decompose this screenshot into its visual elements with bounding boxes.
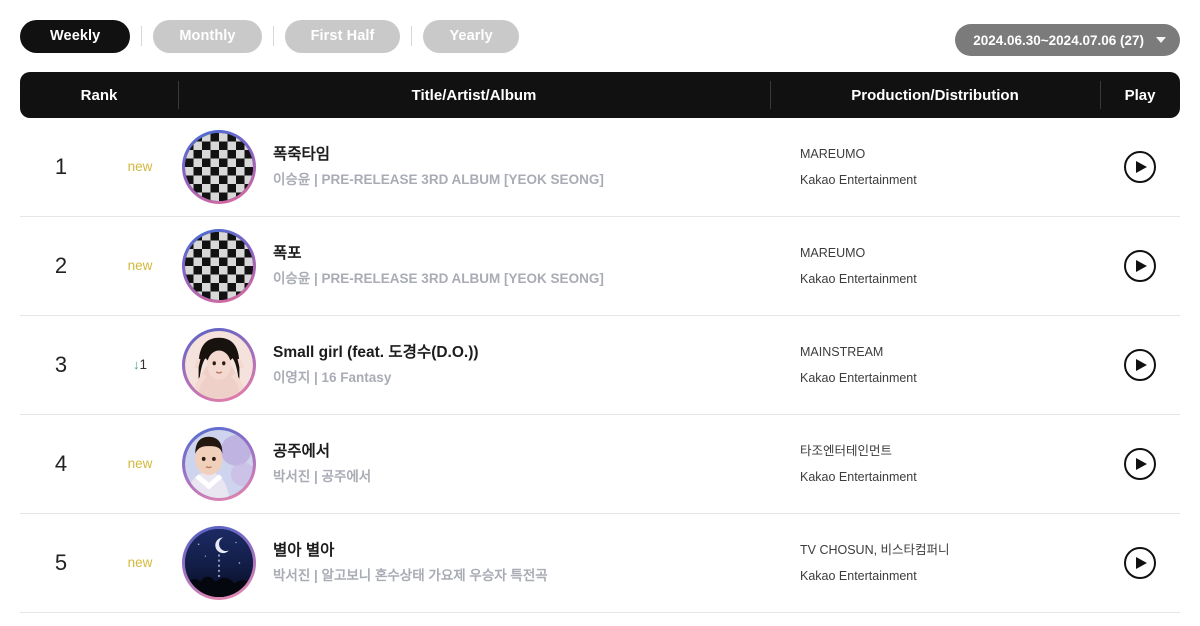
rank-change-badge: new [102, 457, 178, 471]
title-text-block: 폭죽타임 이승윤 | PRE-RELEASE 3RD ALBUM [YEOK S… [273, 145, 604, 188]
new-badge: new [127, 159, 153, 175]
album-art-ring [182, 229, 256, 303]
new-badge: new [127, 555, 153, 571]
play-cell [1100, 448, 1180, 480]
play-icon[interactable] [1124, 448, 1156, 480]
tab-first-half[interactable]: First Half [284, 19, 401, 53]
song-title: 별아 별아 [273, 542, 335, 560]
song-title: 폭포 [273, 245, 302, 263]
play-icon[interactable] [1124, 349, 1156, 381]
play-cell [1100, 547, 1180, 579]
table-row[interactable]: 1 new 폭죽타임 이승윤 | PRE-RELEASE 3RD ALBUM [… [20, 118, 1180, 217]
play-cell [1100, 151, 1180, 183]
album-art-night-sky[interactable] [185, 529, 253, 597]
song-meta: 박서진 | 공주에서 [273, 468, 372, 484]
production-name: 타조엔터테인먼트 [800, 444, 893, 459]
rank-cell: 5 new [20, 550, 178, 576]
title-cell: 별아 별아 박서진 | 알고보니 혼수상태 가요제 우승자 특전곡 [178, 526, 770, 600]
tab-divider [272, 26, 274, 46]
rank-change-badge: ↓1 [102, 358, 178, 372]
song-title: Small girl (feat. 도경수(D.O.)) [273, 344, 479, 362]
new-badge: new [127, 456, 153, 472]
rank-down-badge: ↓1 [133, 357, 147, 372]
album-art-portrait-male[interactable] [185, 430, 253, 498]
column-header-production: Production/Distribution [770, 72, 1100, 118]
tab-yearly[interactable]: Yearly [423, 19, 519, 53]
rank-cell: 1 new [20, 154, 178, 180]
play-icon[interactable] [1124, 547, 1156, 579]
distribution-name: Kakao Entertainment [800, 172, 917, 187]
album-art-portrait-female[interactable] [185, 331, 253, 399]
title-text-block: 별아 별아 박서진 | 알고보니 혼수상태 가요제 우승자 특전곡 [273, 541, 548, 584]
play-cell [1100, 349, 1180, 381]
song-title: 공주에서 [273, 443, 331, 461]
chart-table: Rank Title/Artist/Album Production/Distr… [20, 72, 1180, 613]
album-art-ring [182, 328, 256, 402]
title-text-block: Small girl (feat. 도경수(D.O.)) 이영지 | 16 Fa… [273, 343, 479, 386]
new-badge: new [127, 258, 153, 274]
production-cell: MAREUMO Kakao Entertainment [770, 245, 1100, 287]
song-meta: 박서진 | 알고보니 혼수상태 가요제 우승자 특전곡 [273, 567, 548, 583]
table-row[interactable]: 2 new 폭포 이승윤 | PRE-RELEASE 3RD ALBUM [YE… [20, 217, 1180, 316]
song-meta: 이승윤 | PRE-RELEASE 3RD ALBUM [YEOK SEONG] [273, 270, 604, 286]
table-row[interactable]: 3 ↓1 Small girl (feat. 도경수(D.O.)) 이영지 | … [20, 316, 1180, 415]
rank-number: 4 [54, 451, 68, 476]
title-text-block: 폭포 이승윤 | PRE-RELEASE 3RD ALBUM [YEOK SEO… [273, 244, 604, 287]
album-art-ring [182, 130, 256, 204]
rank-change-badge: new [102, 259, 178, 273]
album-art-checkerboard[interactable] [185, 133, 253, 201]
date-range-label: 2024.06.30~2024.07.06 (27) [973, 32, 1144, 48]
tab-weekly[interactable]: Weekly [20, 19, 131, 53]
distribution-name: Kakao Entertainment [800, 370, 917, 385]
production-cell: MAINSTREAM Kakao Entertainment [770, 344, 1100, 386]
play-icon[interactable] [1124, 151, 1156, 183]
production-cell: TV CHOSUN, 비스타컴퍼니 Kakao Entertainment [770, 542, 1100, 584]
tab-divider [141, 26, 143, 46]
rank-cell: 2 new [20, 253, 178, 279]
column-header-rank: Rank [80, 86, 118, 104]
rank-cell: 3 ↓1 [20, 352, 178, 378]
rank-number: 1 [54, 154, 68, 179]
production-cell: MAREUMO Kakao Entertainment [770, 146, 1100, 188]
production-name: MAREUMO [800, 147, 866, 162]
top-toolbar: Weekly Monthly First Half Yearly 2024.06… [0, 0, 1200, 72]
song-title: 폭죽타임 [273, 146, 331, 164]
album-art-checkerboard[interactable] [185, 232, 253, 300]
title-cell: Small girl (feat. 도경수(D.O.)) 이영지 | 16 Fa… [178, 328, 770, 402]
album-art-ring [182, 526, 256, 600]
song-meta: 이영지 | 16 Fantasy [273, 369, 392, 385]
play-cell [1100, 250, 1180, 282]
production-name: MAREUMO [800, 246, 866, 261]
distribution-name: Kakao Entertainment [800, 568, 917, 583]
distribution-name: Kakao Entertainment [800, 469, 917, 484]
table-header-row: Rank Title/Artist/Album Production/Distr… [20, 72, 1180, 118]
column-header-play: Play [1100, 72, 1180, 118]
album-art-ring [182, 427, 256, 501]
column-header-title: Title/Artist/Album [178, 72, 770, 118]
production-name: MAINSTREAM [800, 345, 884, 360]
tab-divider [411, 26, 413, 46]
play-icon[interactable] [1124, 250, 1156, 282]
song-meta: 이승윤 | PRE-RELEASE 3RD ALBUM [YEOK SEONG] [273, 171, 604, 187]
title-cell: 폭포 이승윤 | PRE-RELEASE 3RD ALBUM [YEOK SEO… [178, 229, 770, 303]
tab-monthly[interactable]: Monthly [153, 19, 262, 53]
rank-number: 3 [54, 352, 68, 377]
rank-number: 5 [54, 550, 68, 575]
table-row[interactable]: 4 new 공주에서 박서진 | 공주에서 타조엔터테인먼트 Kakao Ent… [20, 415, 1180, 514]
title-cell: 폭죽타임 이승윤 | PRE-RELEASE 3RD ALBUM [YEOK S… [178, 130, 770, 204]
rank-change-badge: new [102, 160, 178, 174]
rank-cell: 4 new [20, 451, 178, 477]
production-cell: 타조엔터테인먼트 Kakao Entertainment [770, 443, 1100, 485]
production-name: TV CHOSUN, 비스타컴퍼니 [800, 543, 950, 558]
title-text-block: 공주에서 박서진 | 공주에서 [273, 442, 371, 485]
date-range-selector[interactable]: 2024.06.30~2024.07.06 (27) [955, 24, 1180, 56]
title-cell: 공주에서 박서진 | 공주에서 [178, 427, 770, 501]
table-row[interactable]: 5 new 별아 별아 박서진 | 알고보니 혼수상태 가요제 우승자 특전곡 … [20, 514, 1180, 613]
period-tab-group: Weekly Monthly First Half Yearly [20, 19, 519, 53]
chevron-down-icon [1156, 37, 1166, 43]
rank-change-value: 1 [139, 357, 147, 373]
distribution-name: Kakao Entertainment [800, 271, 917, 286]
rank-number: 2 [54, 253, 68, 278]
rank-change-badge: new [102, 556, 178, 570]
